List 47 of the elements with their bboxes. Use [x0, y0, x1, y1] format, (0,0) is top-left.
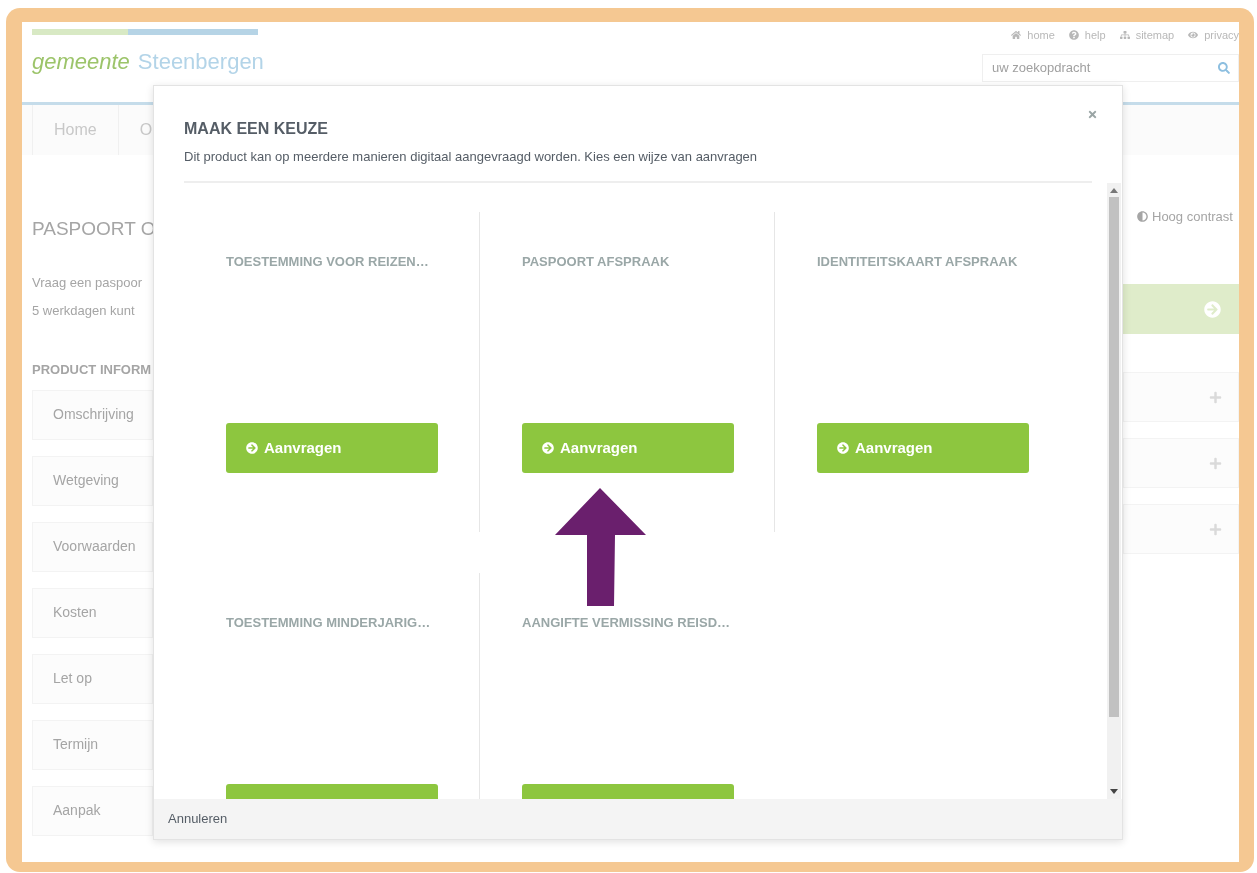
option-title: TOESTEMMING MINDERJARIG… [226, 613, 432, 632]
search-icon [1218, 61, 1230, 74]
contrast-toggle[interactable]: Hoog contrast [1152, 206, 1233, 226]
intro-text: 5 werkdagen kunt [32, 301, 136, 320]
top-link[interactable]: privacy [1188, 27, 1239, 44]
home-icon [1011, 30, 1022, 41]
cancel-button[interactable]: Annuleren [168, 809, 228, 829]
logo-word: Steenbergen [137, 48, 264, 76]
accordion-item[interactable] [1123, 504, 1239, 554]
plus-icon [1209, 390, 1222, 404]
option-title: IDENTITEITSKAART AFSPRAAK [817, 252, 1019, 271]
option-title: AANGIFTE VERMISSING REISD… [522, 613, 732, 632]
accordion-item[interactable]: Let op [32, 653, 153, 704]
scrollbar-thumb[interactable] [1109, 196, 1119, 717]
option-title: TOESTEMMING VOOR REIZEN… [226, 252, 430, 271]
top-link[interactable]: help [1068, 27, 1106, 44]
close-icon [1086, 108, 1098, 120]
accordion-item[interactable]: Voorwaarden [32, 521, 153, 572]
contrast-icon [1137, 210, 1148, 222]
accordion-item[interactable]: Wetgeving [32, 455, 153, 506]
accordion-item[interactable]: Aanpak [32, 785, 153, 836]
section-label: PRODUCT INFORM [32, 361, 153, 379]
plus-icon [1209, 456, 1222, 470]
eye-icon [1188, 30, 1199, 41]
accordion-item[interactable] [1123, 438, 1239, 488]
intro-text: Vraag een paspoor [32, 274, 144, 292]
top-link[interactable]: sitemap [1119, 27, 1175, 44]
modal-title: MAAK EEN KEUZE [184, 119, 329, 139]
help-icon [1068, 30, 1079, 41]
request-button[interactable]: Aanvragen [522, 423, 734, 473]
plus-icon [1209, 522, 1222, 536]
request-button[interactable]: Aanvragen [817, 423, 1029, 473]
action-panel[interactable] [1123, 284, 1239, 334]
request-button[interactable]: Aanvragen [226, 423, 438, 473]
accordion-item[interactable]: Omschrijving [32, 389, 153, 440]
scrollbar[interactable] [1107, 182, 1121, 799]
search-field[interactable]: uw zoekopdracht [982, 53, 1239, 82]
accordion-item[interactable] [1123, 372, 1239, 422]
modal-subtitle: Dit product kan op meerdere manieren digitaal aangevraagd worden. Kies een wijze van aanvragen [184, 148, 759, 166]
logo-word: gemeente [32, 48, 130, 76]
accordion-item[interactable]: Termijn [32, 719, 153, 770]
accordion-item[interactable]: Kosten [32, 587, 153, 638]
sitemap-icon [1119, 30, 1130, 41]
scroll-up-icon [1110, 187, 1118, 193]
option-title: PASPOORT AFSPRAAK [522, 252, 671, 271]
top-link[interactable]: home [1011, 27, 1055, 44]
scroll-down-icon [1110, 789, 1118, 794]
